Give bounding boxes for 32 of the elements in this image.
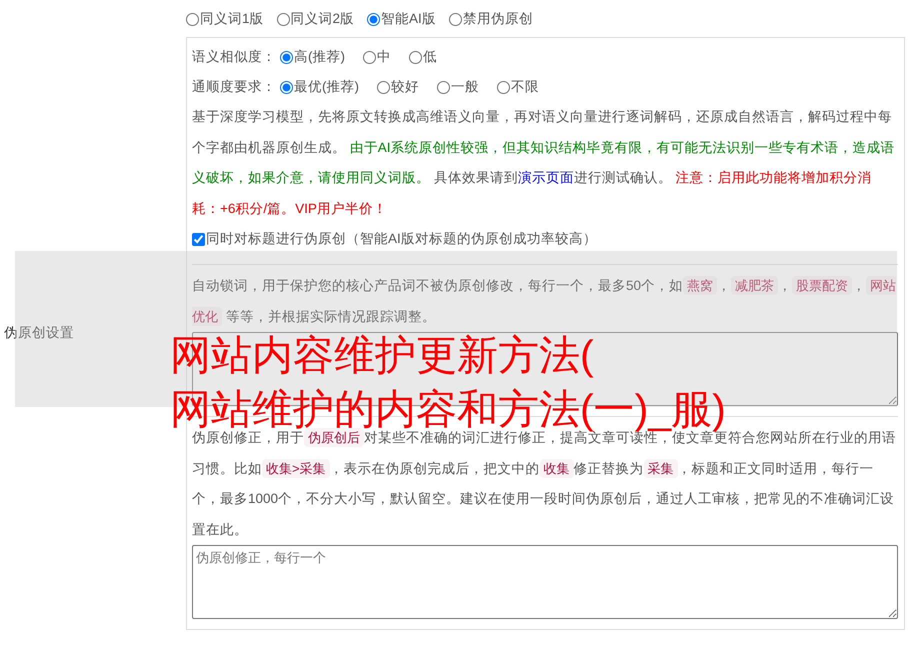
corrections-field[interactable]: 伪原创修正，每行一个 (192, 545, 898, 619)
radio-label: 同义词1版 (200, 10, 264, 28)
option-label: 通顺度要求： (192, 78, 276, 96)
radio-label: 高(推荐) (294, 48, 345, 66)
demo-page-link[interactable]: 演示页面 (518, 170, 574, 185)
headline-overlay: 网站内容维护更新方法( (170, 331, 594, 379)
radio-label: 一般 (451, 78, 479, 96)
radio-label: 中 (377, 48, 391, 66)
radio-button[interactable] (280, 80, 293, 94)
radio-button[interactable] (409, 50, 422, 64)
radio-button[interactable] (367, 12, 380, 26)
radio-label: 同义词2版 (290, 10, 354, 28)
radio-label: 最优(推荐) (294, 78, 359, 96)
radio-button[interactable] (437, 80, 450, 94)
radio-button[interactable] (276, 12, 290, 26)
radio-label: 禁用伪原创 (462, 10, 533, 28)
radio-button[interactable] (363, 50, 376, 64)
lock-words-text: 自动锁词，用于保护您的核心产品词不被伪原创修改，每行一个，最多50个，如 燕窝 ， 减肥茶 ， 股票配资 ， 网站优化 等等，并根据实际情况跟踪调整。 (192, 275, 898, 328)
radio-label: 智能AI版 (381, 10, 436, 28)
radio-button[interactable] (497, 80, 510, 94)
radio-button[interactable] (280, 50, 293, 64)
radio-button[interactable] (377, 80, 390, 94)
checkbox-label: 同时对标题进行伪原创（智能AI版对标题的伪原创成功率较高） (206, 230, 597, 248)
radio-button[interactable] (448, 12, 462, 26)
radio-label: 较好 (391, 78, 419, 96)
title-checkbox[interactable] (192, 232, 205, 246)
radio-label: 低 (423, 48, 437, 66)
radio-button[interactable] (186, 12, 199, 26)
radio-label: 不限 (511, 78, 539, 96)
section-label: 伪原创设置 (4, 324, 74, 342)
description-text: 基于深度学习模型，先将原文转换成高维语义向量，再对语义向量进行逐词解码，还原成自然语言，解码过程中每个字都由机器原创生成。 由于AI系统原创性较强，但其知识结构毕竟有限，有可能无法识别一些专有术语，造成语义破坏，如果介意，请使用同义词版。 具体效果请到演示页面进行测试确认。 注意：启用此功能将增加积分消耗：+6积分/篇。VIP用户半价！ (192, 108, 896, 218)
option-label: 语义相似度： (192, 48, 276, 66)
